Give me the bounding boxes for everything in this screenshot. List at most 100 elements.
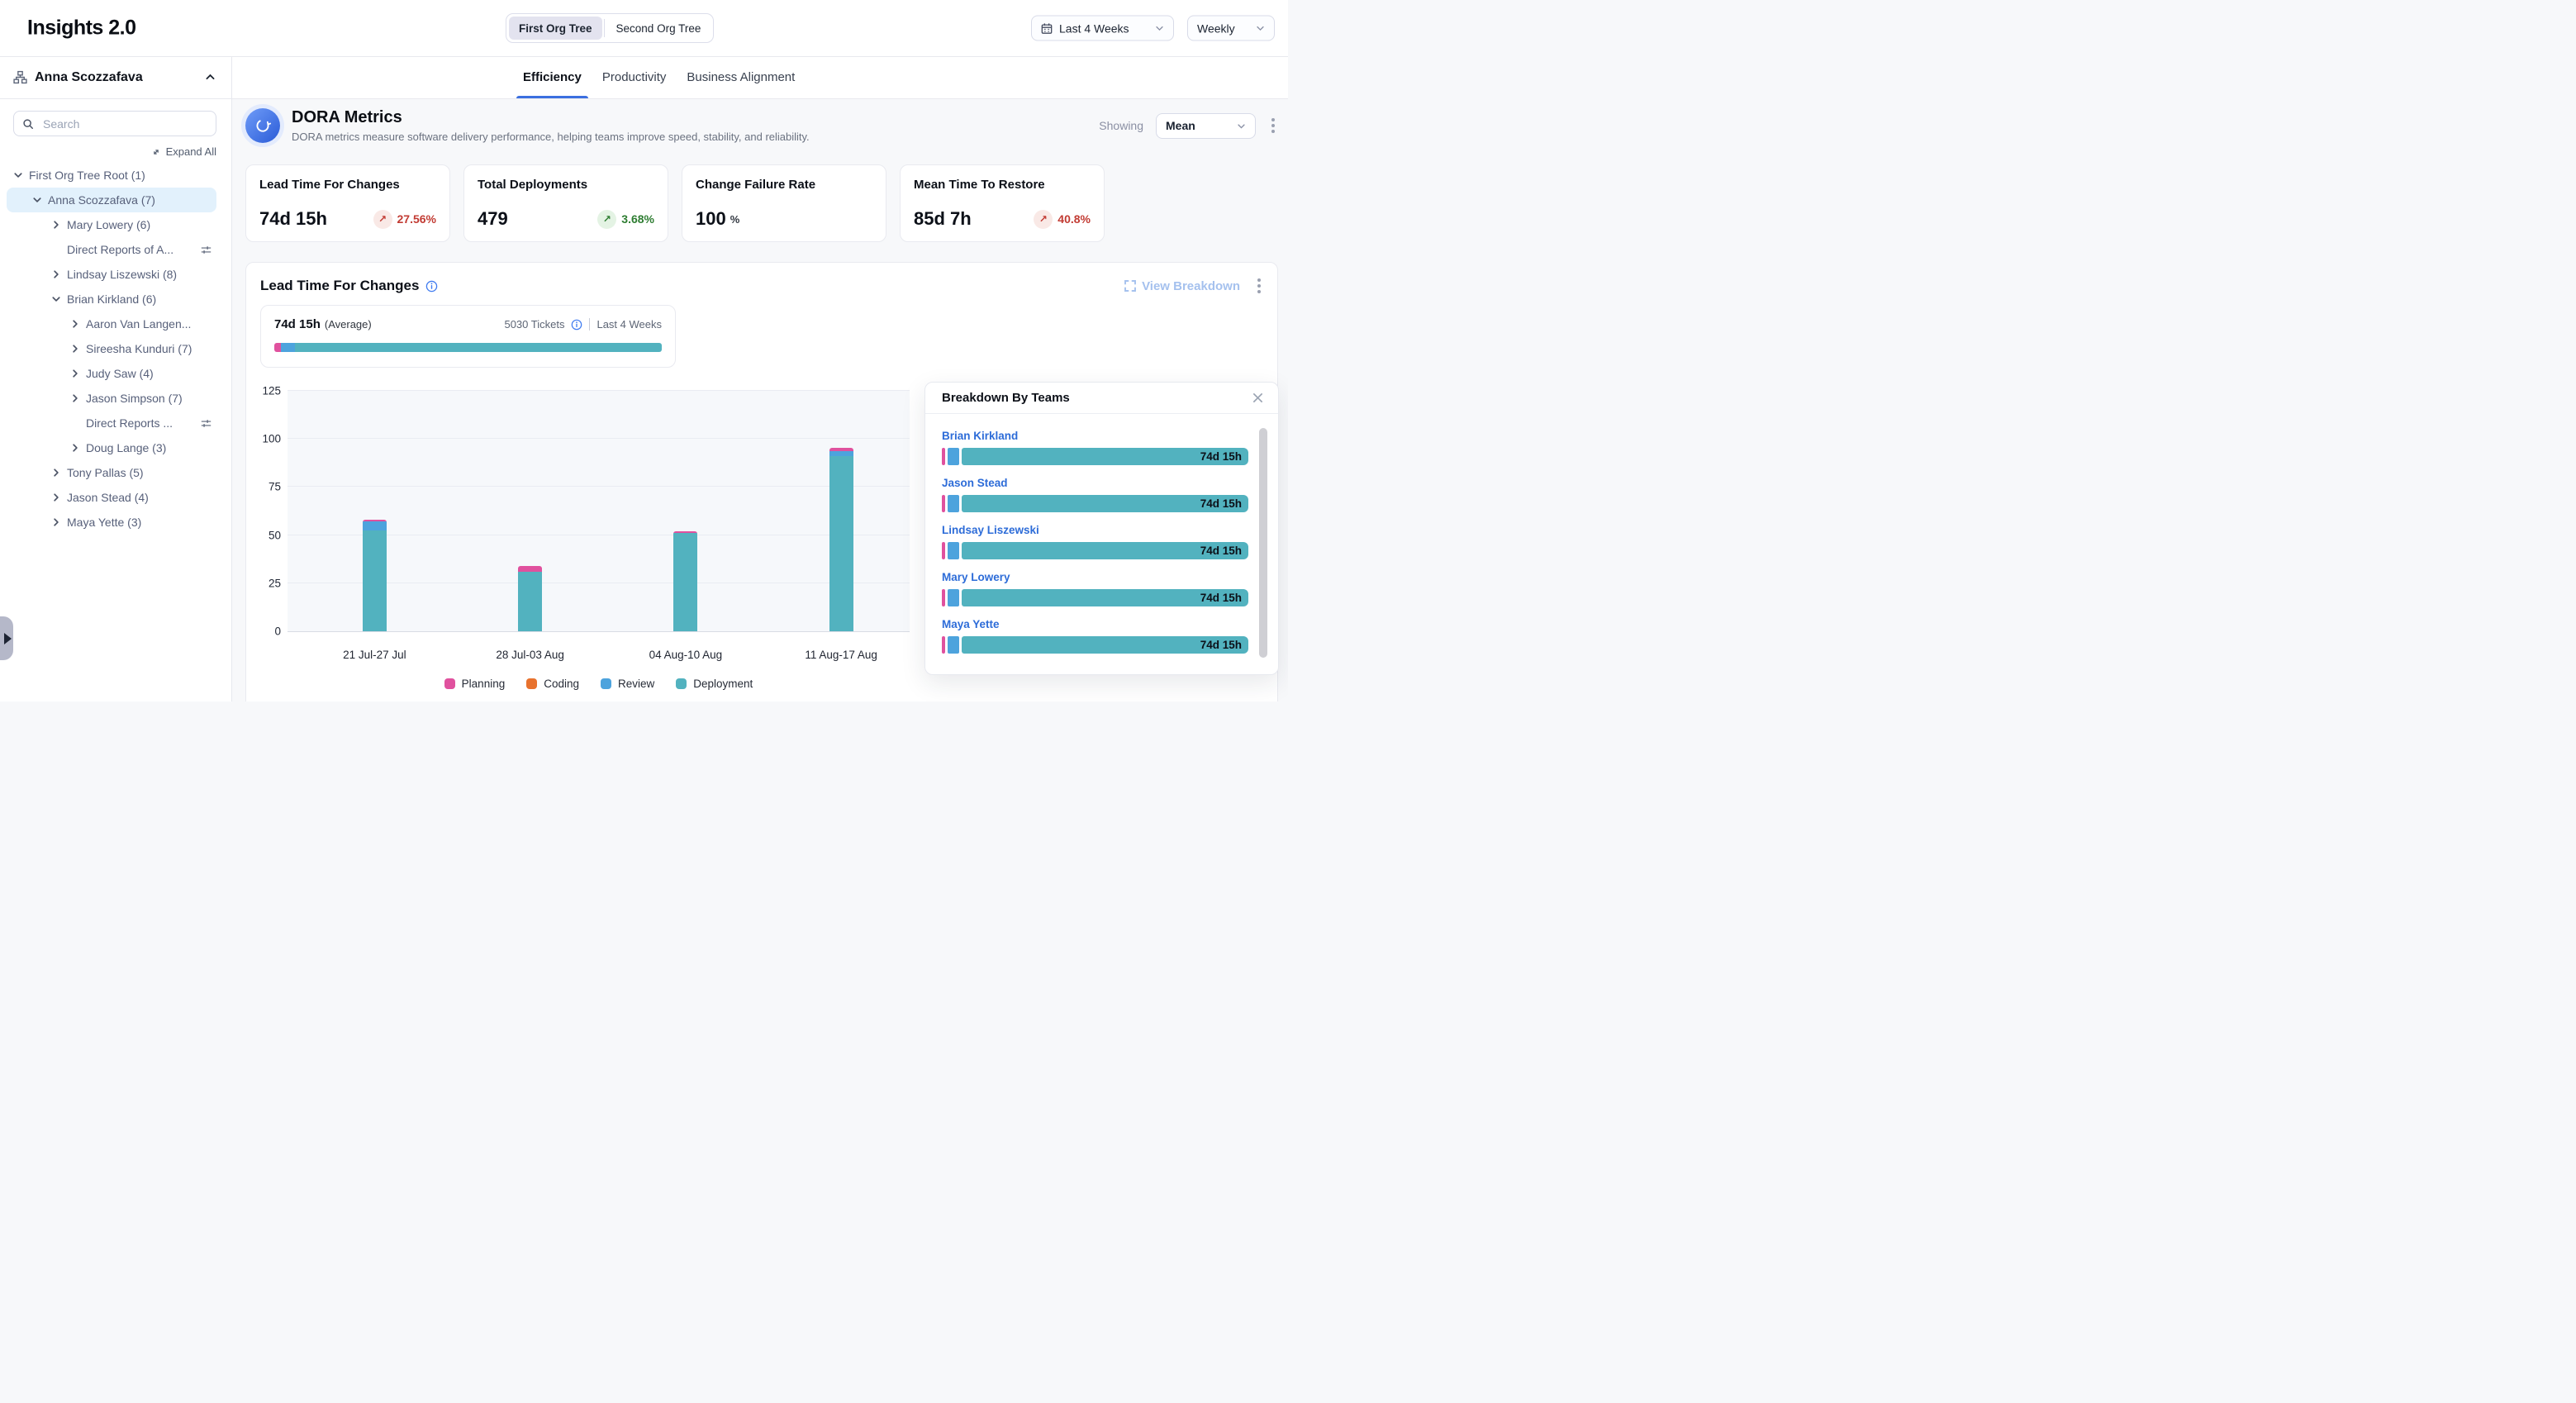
chevron-down-icon[interactable]	[13, 171, 23, 179]
lead-time-kebab-menu[interactable]	[1254, 275, 1264, 297]
chart-legend: PlanningCodingReviewDeployment	[288, 678, 910, 690]
trend-up-icon: ↗	[373, 210, 392, 229]
granularity-select[interactable]: Weekly	[1187, 16, 1275, 41]
chevron-right-icon[interactable]	[70, 369, 80, 378]
tree-item-label: Direct Reports of A...	[67, 243, 173, 256]
tree-item-aaron-van-langen[interactable]: Aaron Van Langen...	[7, 312, 216, 336]
team-stacked-bar: 74d 15h	[942, 448, 1248, 465]
date-range-select[interactable]: Last 4 Weeks	[1031, 16, 1174, 41]
tab-efficiency[interactable]: Efficiency	[523, 56, 582, 98]
team-link[interactable]: Mary Lowery	[942, 571, 1010, 583]
tree-item-jason-stead-4[interactable]: Jason Stead (4)	[7, 485, 216, 510]
tree-item-doug-lange-3[interactable]: Doug Lange (3)	[7, 435, 216, 460]
granularity-value: Weekly	[1197, 21, 1249, 35]
app-title: Insights 2.0	[27, 17, 136, 40]
chevron-down-icon[interactable]	[32, 196, 42, 204]
chevron-right-icon[interactable]	[51, 270, 61, 278]
org-tree: First Org Tree Root (1) Anna Scozzafava (…	[0, 163, 231, 535]
view-breakdown-label: View Breakdown	[1142, 279, 1240, 293]
tab-business-alignment[interactable]: Business Alignment	[687, 56, 795, 98]
top-selects: Last 4 Weeks Weekly	[1031, 16, 1275, 41]
tree-item-jason-simpson-7[interactable]: Jason Simpson (7)	[7, 386, 216, 411]
tree-item-label: Mary Lowery (6)	[67, 218, 150, 231]
metric-card-value-row: 74d 15h↗27.56%	[259, 208, 436, 230]
filter-icon[interactable]	[199, 416, 213, 430]
chevron-right-icon[interactable]	[51, 518, 61, 526]
expand-all-button[interactable]: Expand All	[15, 145, 216, 158]
chevron-down-icon	[1155, 24, 1164, 33]
chevron-right-icon[interactable]	[70, 345, 80, 353]
y-tick-label: 100	[262, 433, 281, 445]
team-bar-segment-deployment: 74d 15h	[962, 448, 1248, 465]
dora-kebab-menu[interactable]	[1268, 115, 1278, 136]
tab-productivity[interactable]: Productivity	[602, 56, 667, 98]
team-link[interactable]: Maya Yette	[942, 618, 1000, 630]
dora-subtitle: DORA metrics measure software delivery p…	[292, 131, 810, 143]
content-area: DORA Metrics DORA metrics measure softwa…	[232, 99, 1288, 702]
summary-range: Last 4 Weeks	[596, 318, 662, 331]
tree-item-sireesha-kunduri-7[interactable]: Sireesha Kunduri (7)	[7, 336, 216, 361]
breakdown-scrollbar[interactable]	[1259, 428, 1267, 658]
tree-item-judy-saw-4[interactable]: Judy Saw (4)	[7, 361, 216, 386]
chart-bar-11-aug-17-aug[interactable]	[829, 448, 853, 631]
info-icon[interactable]	[425, 280, 438, 292]
org-tree-option-first-org-tree[interactable]: First Org Tree	[509, 17, 602, 40]
showing-select[interactable]: Mean	[1156, 113, 1256, 139]
chevron-right-icon[interactable]	[70, 444, 80, 452]
expand-all-icon	[151, 147, 161, 157]
team-link[interactable]: Jason Stead	[942, 477, 1008, 489]
chevron-right-icon[interactable]	[51, 221, 61, 229]
bar-segment-deployment	[673, 533, 697, 631]
chevron-right-icon[interactable]	[51, 493, 61, 502]
team-link[interactable]: Brian Kirkland	[942, 430, 1018, 442]
metric-card-value-row: 479↗3.68%	[478, 208, 654, 230]
org-sidebar: Anna Scozzafava Expand All First Org Tre…	[0, 56, 232, 702]
dora-controls: Showing Mean	[1099, 113, 1278, 139]
chevron-right-icon[interactable]	[70, 320, 80, 328]
sidebar-search[interactable]	[13, 111, 216, 136]
tree-item-label: First Org Tree Root (1)	[29, 169, 145, 182]
chevron-down-icon	[1237, 121, 1246, 131]
breakdown-title: Breakdown By Teams	[942, 391, 1248, 405]
dora-cycle-icon	[245, 108, 280, 143]
legend-item-planning: Planning	[444, 678, 506, 690]
tree-item-lindsay-liszewski-8[interactable]: Lindsay Liszewski (8)	[7, 262, 216, 287]
caret-right-icon	[4, 633, 12, 644]
org-tree-option-second-org-tree[interactable]: Second Org Tree	[606, 17, 711, 40]
chart-bar-04-aug-10-aug[interactable]	[673, 531, 697, 631]
tree-item-mary-lowery-6[interactable]: Mary Lowery (6)	[7, 212, 216, 237]
info-icon[interactable]	[571, 319, 582, 331]
metric-delta-value: 3.68%	[621, 212, 654, 226]
team-stacked-bar: 74d 15h	[942, 495, 1248, 512]
chart-bar-21-jul-27-jul[interactable]	[363, 520, 387, 631]
y-tick-label: 50	[269, 529, 281, 541]
legend-swatch-deployment	[676, 678, 687, 689]
tree-item-anna-scozzafava-7[interactable]: Anna Scozzafava (7)	[7, 188, 216, 212]
chevron-right-icon[interactable]	[70, 394, 80, 402]
tree-item-tony-pallas-5[interactable]: Tony Pallas (5)	[7, 460, 216, 485]
breakdown-row-jason-stead: Jason Stead 74d 15h	[942, 476, 1248, 512]
sidebar-collapse-chevron[interactable]	[202, 69, 218, 85]
chevron-right-icon[interactable]	[51, 468, 61, 477]
x-tick-label: 28 Jul-03 Aug	[496, 649, 564, 661]
team-link[interactable]: Lindsay Liszewski	[942, 524, 1039, 536]
tree-item-direct-reports-of-a[interactable]: Direct Reports of A...	[7, 237, 216, 262]
legend-label: Deployment	[693, 678, 753, 690]
team-bar-segment-review	[948, 636, 959, 654]
tree-item-brian-kirkland-6[interactable]: Brian Kirkland (6)	[7, 287, 216, 312]
team-bar-segment-planning	[942, 448, 945, 465]
tree-item-direct-reports[interactable]: Direct Reports ...	[7, 411, 216, 435]
tree-item-label: Lindsay Liszewski (8)	[67, 268, 177, 281]
sidebar-collapse-handle[interactable]	[0, 616, 13, 660]
filter-icon[interactable]	[199, 243, 213, 257]
summary-value-note: (Average)	[325, 318, 372, 331]
chevron-down-icon[interactable]	[51, 295, 61, 303]
legend-label: Review	[618, 678, 654, 690]
chart-bar-28-jul-03-aug[interactable]	[518, 566, 542, 631]
search-input[interactable]	[41, 117, 207, 131]
tree-item-maya-yette-3[interactable]: Maya Yette (3)	[7, 510, 216, 535]
close-icon[interactable]	[1248, 390, 1268, 406]
metric-delta-badge: ↗27.56%	[373, 210, 436, 229]
view-breakdown-button[interactable]: View Breakdown	[1124, 279, 1240, 293]
tree-item-first-org-tree-root-1[interactable]: First Org Tree Root (1)	[7, 163, 216, 188]
